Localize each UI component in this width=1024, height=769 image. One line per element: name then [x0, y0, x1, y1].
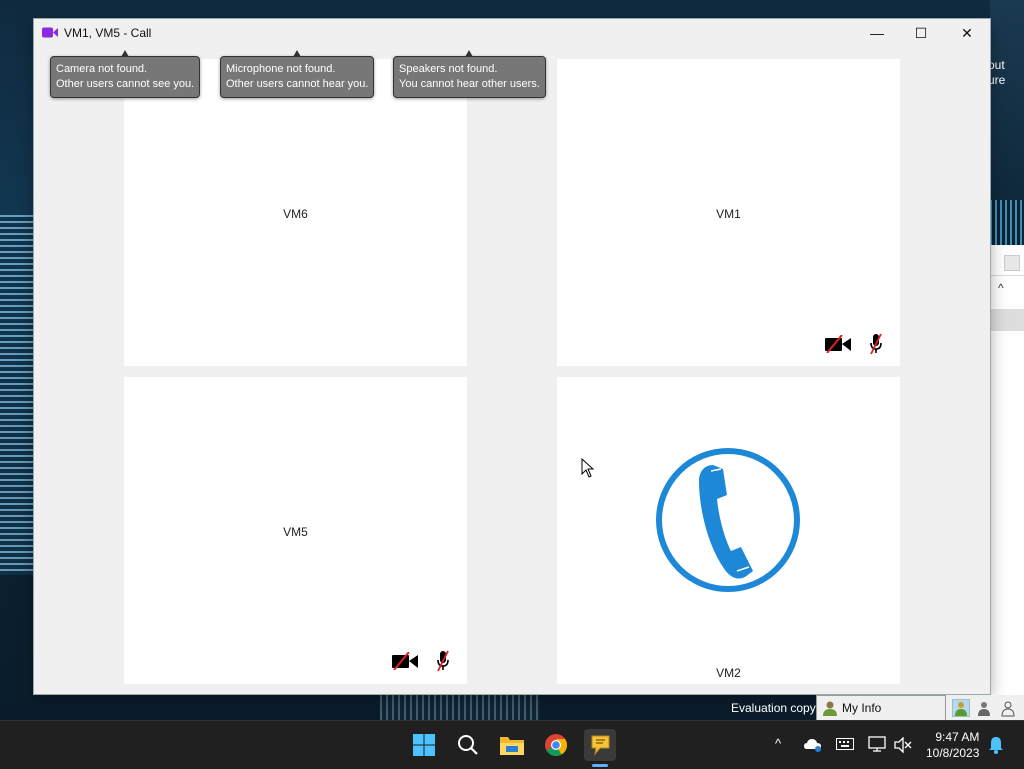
search-icon	[458, 735, 478, 755]
clock-time: 9:47 AM	[935, 730, 980, 744]
participant-tile-vm2[interactable]: VM2	[557, 377, 900, 684]
speakers-not-found-tooltip: Speakers not found. You cannot hear othe…	[393, 50, 546, 98]
start-button[interactable]	[408, 729, 440, 761]
participant-tile-vm1[interactable]: VM1	[557, 59, 900, 366]
background-app-panel: ^	[990, 245, 1024, 695]
tooltip-line: Other users cannot hear you.	[226, 78, 369, 90]
search-button[interactable]	[452, 729, 484, 761]
desktop-wallpaper-city-right	[990, 200, 1024, 245]
contact-icon[interactable]	[976, 699, 992, 717]
my-info-label: My Info	[842, 701, 882, 715]
status-bar-icons	[946, 695, 1024, 720]
active-app-indicator	[592, 764, 608, 767]
chevron-up-icon[interactable]: ^	[998, 281, 1004, 295]
contact-outline-icon[interactable]	[1000, 699, 1016, 717]
desktop-partial-text: out ure	[988, 58, 1005, 88]
my-info-button[interactable]: My Info	[816, 695, 946, 722]
video-camera-icon	[42, 27, 58, 38]
partial-text-1: out	[988, 58, 1005, 72]
system-clock[interactable]: 9:47 AM 10/8/2023	[926, 729, 979, 761]
participant-name: VM1	[716, 207, 741, 221]
onedrive-icon[interactable]	[804, 737, 822, 753]
close-button[interactable]: ✕	[944, 19, 990, 47]
participant-tile-vm6[interactable]: VM6	[124, 59, 467, 366]
camera-off-icon	[392, 652, 418, 670]
partial-text-2: ure	[988, 73, 1006, 87]
tooltip-line: You cannot hear other users.	[399, 78, 540, 90]
panel-close-box[interactable]	[1004, 255, 1020, 271]
chat-bubble-icon	[591, 735, 610, 756]
camera-off-icon	[825, 335, 851, 353]
online-status-icon[interactable]	[952, 699, 970, 717]
minimize-icon: —	[870, 25, 884, 41]
clock-date: 10/8/2023	[926, 746, 980, 760]
participant-name: VM5	[283, 525, 308, 539]
chrome-button[interactable]	[540, 729, 572, 761]
network-icon[interactable]	[868, 736, 886, 752]
notification-bell-icon[interactable]	[988, 736, 1004, 754]
participant-name: VM2	[716, 666, 741, 680]
tooltip-line: Other users cannot see you.	[56, 78, 195, 90]
mouse-cursor-icon	[581, 458, 594, 478]
minimize-button[interactable]: —	[854, 19, 900, 47]
user-icon	[823, 701, 837, 716]
window-title: VM1, VM5 - Call	[64, 26, 152, 40]
volume-muted-icon[interactable]	[894, 737, 912, 753]
panel-gray-row	[990, 309, 1024, 331]
phone-calling-icon	[656, 448, 800, 592]
windows-logo-icon	[413, 734, 435, 756]
microphone-off-icon	[437, 650, 449, 672]
camera-not-found-tooltip: Camera not found. Other users cannot see…	[50, 50, 201, 98]
title-bar[interactable]: VM1, VM5 - Call — ☐ ✕	[34, 19, 990, 47]
close-icon: ✕	[961, 24, 973, 41]
maximize-icon: ☐	[914, 24, 928, 41]
microphone-not-found-tooltip: Microphone not found. Other users cannot…	[220, 50, 375, 98]
keyboard-icon[interactable]	[836, 738, 854, 750]
chrome-icon	[545, 734, 567, 756]
participant-name: VM6	[283, 207, 308, 221]
participant-tile-vm5[interactable]: VM5	[124, 377, 467, 684]
microphone-off-icon	[870, 333, 882, 355]
evaluation-copy-text: Evaluation copy	[731, 701, 816, 715]
desktop-wallpaper-bottom	[380, 694, 540, 720]
tooltip-line: Speakers not found.	[399, 63, 498, 75]
file-explorer-button[interactable]	[496, 729, 528, 761]
taskbar: ^ 9:47 AM 10/8/2023	[0, 720, 1024, 769]
tray-chevron-icon[interactable]: ^	[775, 736, 781, 751]
call-window: VM1, VM5 - Call — ☐ ✕ VM6 VM1 VM5 VM2 Ca…	[34, 19, 990, 694]
desktop-wallpaper-left	[0, 215, 34, 575]
folder-icon	[500, 737, 524, 755]
chat-app-button[interactable]	[584, 729, 616, 761]
tooltip-line: Camera not found.	[56, 63, 148, 75]
maximize-button[interactable]: ☐	[898, 19, 944, 47]
tooltip-line: Microphone not found.	[226, 63, 336, 75]
